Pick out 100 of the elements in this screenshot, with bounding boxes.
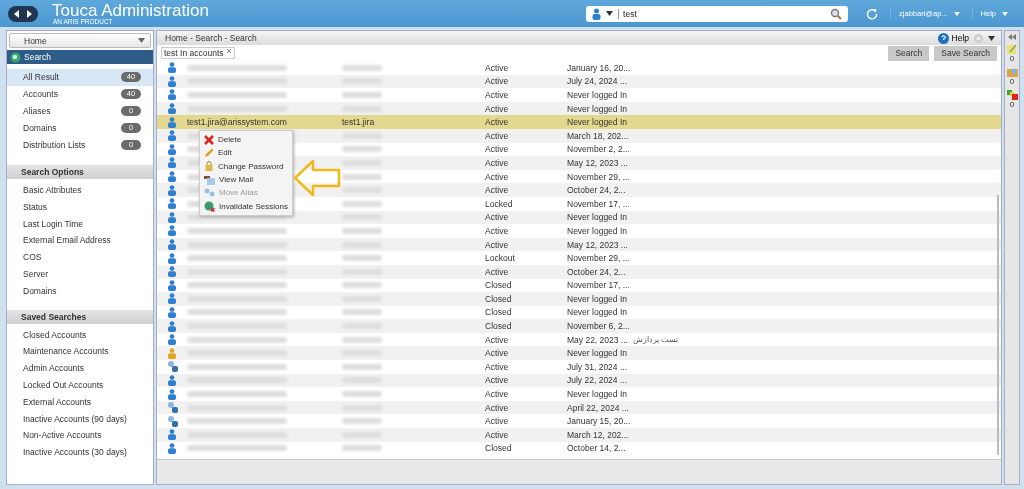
category-label: All Result bbox=[23, 72, 59, 83]
status-cell-text: Locked bbox=[485, 198, 514, 209]
caret-icon[interactable] bbox=[606, 11, 614, 16]
status-cell-text: Active bbox=[485, 130, 510, 141]
last-login-cell-text: Never logged In bbox=[567, 307, 628, 318]
menu-item[interactable]: View Mail bbox=[200, 172, 292, 187]
email-cell: test1.jira@arissystem.com bbox=[187, 117, 287, 128]
last-login-cell: March 12, 202... bbox=[567, 429, 629, 440]
last-login-cell: November 17, ... bbox=[567, 198, 629, 209]
last-login-cell-text: Never logged In bbox=[567, 389, 628, 400]
scrollbar[interactable] bbox=[997, 195, 999, 455]
delete-icon bbox=[204, 134, 214, 145]
toolbar-button[interactable]: Save Search bbox=[934, 45, 997, 61]
close-icon[interactable] bbox=[225, 48, 232, 54]
alias-user-icon bbox=[166, 361, 178, 373]
status-cell-text: Active bbox=[485, 225, 510, 236]
user-icon bbox=[168, 225, 176, 237]
caret-icon bbox=[953, 11, 960, 16]
folder-icon[interactable] bbox=[1006, 67, 1018, 77]
pencil-icon bbox=[204, 147, 214, 158]
user-icon bbox=[168, 374, 176, 386]
last-login-cell-text: Never logged In bbox=[567, 212, 628, 223]
category-label: Distribution Lists bbox=[23, 139, 86, 150]
category-label: Domains bbox=[23, 122, 57, 133]
status-cell-text: Closed bbox=[485, 293, 513, 304]
sidebar-item[interactable]: Last Login Time bbox=[7, 215, 153, 233]
last-login-cell-text: July 24, 2024 ... bbox=[567, 76, 628, 87]
search-field[interactable]: test bbox=[586, 5, 849, 22]
last-login-cell: November 2, 2... bbox=[567, 144, 629, 155]
sidebar-item[interactable]: Maintenance Accounts bbox=[7, 343, 153, 361]
sidebar-item[interactable]: Basic Attributes bbox=[7, 182, 153, 199]
users-icon bbox=[204, 187, 215, 198]
last-login-cell: November 6, 2... bbox=[567, 321, 629, 332]
breadcrumb: Home - Search - Search bbox=[165, 33, 258, 43]
caret-icon[interactable] bbox=[988, 35, 995, 41]
status-cell-text: Active bbox=[485, 185, 510, 196]
sidebar-item[interactable]: Status bbox=[7, 198, 153, 216]
collapse-icon[interactable] bbox=[1008, 34, 1016, 40]
sidebar-item[interactable]: Locked Out Accounts bbox=[7, 376, 153, 394]
status-cell-text: Active bbox=[485, 416, 510, 427]
sidebar-item[interactable]: Domains bbox=[7, 282, 153, 300]
section-header: Search Options bbox=[7, 165, 153, 179]
last-login-cell-text: Never logged In bbox=[567, 103, 628, 114]
status-cell-text: Active bbox=[485, 402, 510, 413]
sidebar-item[interactable]: COS bbox=[7, 249, 153, 266]
query-tag[interactable]: test In accounts bbox=[161, 47, 235, 59]
search-icon[interactable] bbox=[830, 7, 843, 20]
selected-row-highlight[interactable] bbox=[157, 115, 1001, 129]
sidebar-item[interactable]: Server bbox=[7, 265, 153, 283]
menu-item[interactable]: Delete bbox=[200, 133, 292, 147]
globe-icon bbox=[10, 51, 21, 63]
note-icon[interactable] bbox=[1007, 44, 1017, 54]
last-login-cell: January 15, 20... bbox=[567, 416, 629, 427]
globe-x-icon bbox=[204, 200, 215, 212]
sidebar-item[interactable]: External Accounts bbox=[7, 393, 153, 411]
sidebar-item[interactable]: Closed Accounts bbox=[7, 326, 153, 344]
status-squares-icon[interactable] bbox=[1006, 90, 1018, 100]
sidebar-item[interactable]: External Email Address bbox=[7, 232, 153, 250]
last-login-cell: November 29, ... bbox=[567, 171, 629, 182]
search-header[interactable]: Search bbox=[7, 50, 153, 64]
alias-user-icon bbox=[166, 415, 178, 427]
menu-item[interactable]: Invalidate Sessions bbox=[200, 199, 292, 213]
status-cell-text: Active bbox=[485, 103, 510, 114]
sidebar-item[interactable]: Inactive Accounts (90 days) bbox=[7, 410, 153, 428]
last-login-cell-text: Never logged In bbox=[567, 348, 628, 359]
user-icon bbox=[168, 388, 176, 400]
last-login-cell-text: Never logged In bbox=[567, 293, 628, 304]
app-title: Touca Administration bbox=[52, 1, 209, 19]
status-cell-text: Active bbox=[485, 171, 510, 182]
sidebar-item[interactable]: Inactive Accounts (30 days) bbox=[7, 444, 153, 461]
last-login-cell-text: July 31, 2024 ... bbox=[567, 361, 628, 372]
last-login-cell: November 29, ... bbox=[567, 253, 629, 264]
sidebar-item[interactable]: Non-Active Accounts bbox=[7, 427, 153, 445]
category-label: Accounts bbox=[23, 89, 58, 100]
menu-item[interactable]: Edit bbox=[200, 146, 292, 160]
last-login-cell-text: Never logged In bbox=[567, 117, 628, 128]
sidebar-item[interactable]: Admin Accounts bbox=[7, 360, 153, 377]
caret-icon bbox=[138, 38, 145, 43]
last-login-cell-text: October 24, 2... bbox=[567, 266, 627, 277]
toolbar-button[interactable]: Search bbox=[888, 45, 930, 61]
status-cell-text: Active bbox=[485, 334, 510, 345]
home-dropdown[interactable]: Home bbox=[9, 33, 151, 48]
help-button[interactable]: Help bbox=[937, 32, 969, 44]
arrow-drawing bbox=[293, 159, 341, 197]
status-cell-text: Active bbox=[485, 375, 510, 386]
status-cell-text: Active bbox=[485, 90, 510, 100]
mail-icon bbox=[204, 174, 215, 185]
back-forward-buttons[interactable] bbox=[8, 5, 38, 22]
status-cell-text: Active bbox=[485, 76, 510, 87]
menu-item[interactable]: Change Password bbox=[200, 159, 292, 173]
count-label: 0 bbox=[1009, 54, 1015, 63]
user-icon bbox=[168, 293, 176, 305]
user-icon bbox=[168, 239, 176, 250]
status-cell-text: Active bbox=[485, 348, 510, 359]
last-login-cell: May 12, 2023 ... bbox=[567, 239, 629, 250]
user-icon bbox=[168, 89, 176, 101]
lock-icon bbox=[204, 161, 214, 172]
status-cell-text: Active bbox=[485, 361, 510, 372]
refresh-icon[interactable] bbox=[866, 7, 879, 20]
status-cell-text: Active bbox=[485, 239, 510, 250]
